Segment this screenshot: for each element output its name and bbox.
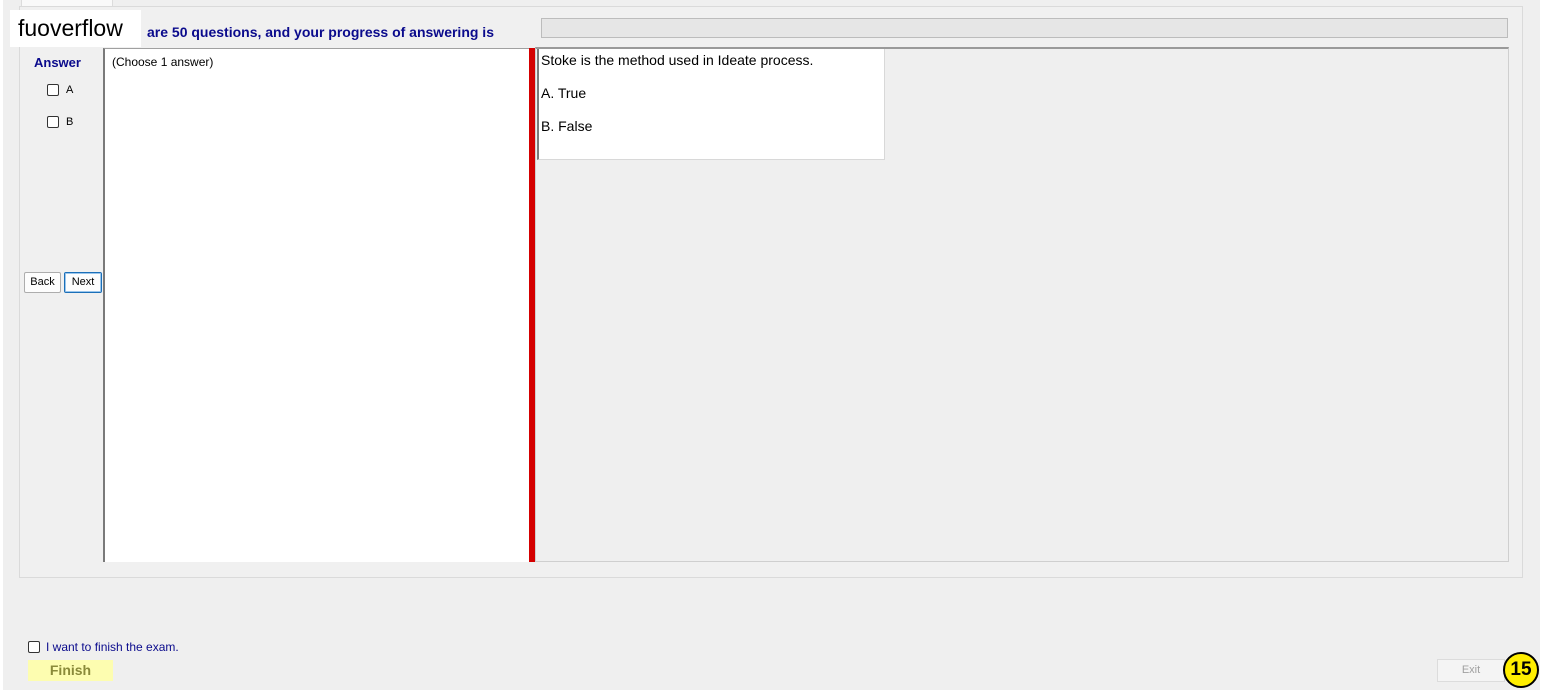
progress-bar	[541, 18, 1508, 38]
answer-option-a-label: A	[66, 84, 74, 96]
question-text: Stoke is the method used in Ideate proce…	[541, 52, 814, 68]
watermark: fuoverflow	[10, 10, 141, 47]
answer-heading: Answer	[34, 55, 81, 70]
back-button[interactable]: Back	[24, 272, 61, 293]
answer-option-b[interactable]: B	[47, 116, 73, 128]
answer-option-b-label: B	[66, 116, 74, 128]
finish-exam-checkbox[interactable]: I want to finish the exam.	[28, 640, 179, 654]
answer-option-a[interactable]: A	[47, 84, 73, 96]
choose-hint: (Choose 1 answer)	[112, 55, 214, 69]
finish-button[interactable]: Finish	[28, 660, 113, 681]
exit-button[interactable]: Exit	[1437, 659, 1505, 682]
checkbox-a[interactable]	[47, 84, 59, 96]
question-box: Stoke is the method used in Ideate proce…	[537, 49, 885, 160]
progress-label: are 50 questions, and your progress of a…	[147, 24, 494, 40]
checkbox-b[interactable]	[47, 116, 59, 128]
next-button[interactable]: Next	[64, 272, 102, 293]
page-number-badge: 15	[1503, 652, 1539, 688]
question-choice-a: A. True	[541, 85, 587, 101]
finish-checkbox-box[interactable]	[28, 641, 40, 653]
finish-checkbox-label: I want to finish the exam.	[46, 640, 179, 654]
answer-textbox[interactable]: (Choose 1 answer)	[103, 48, 529, 562]
question-choice-b: B. False	[541, 118, 593, 134]
